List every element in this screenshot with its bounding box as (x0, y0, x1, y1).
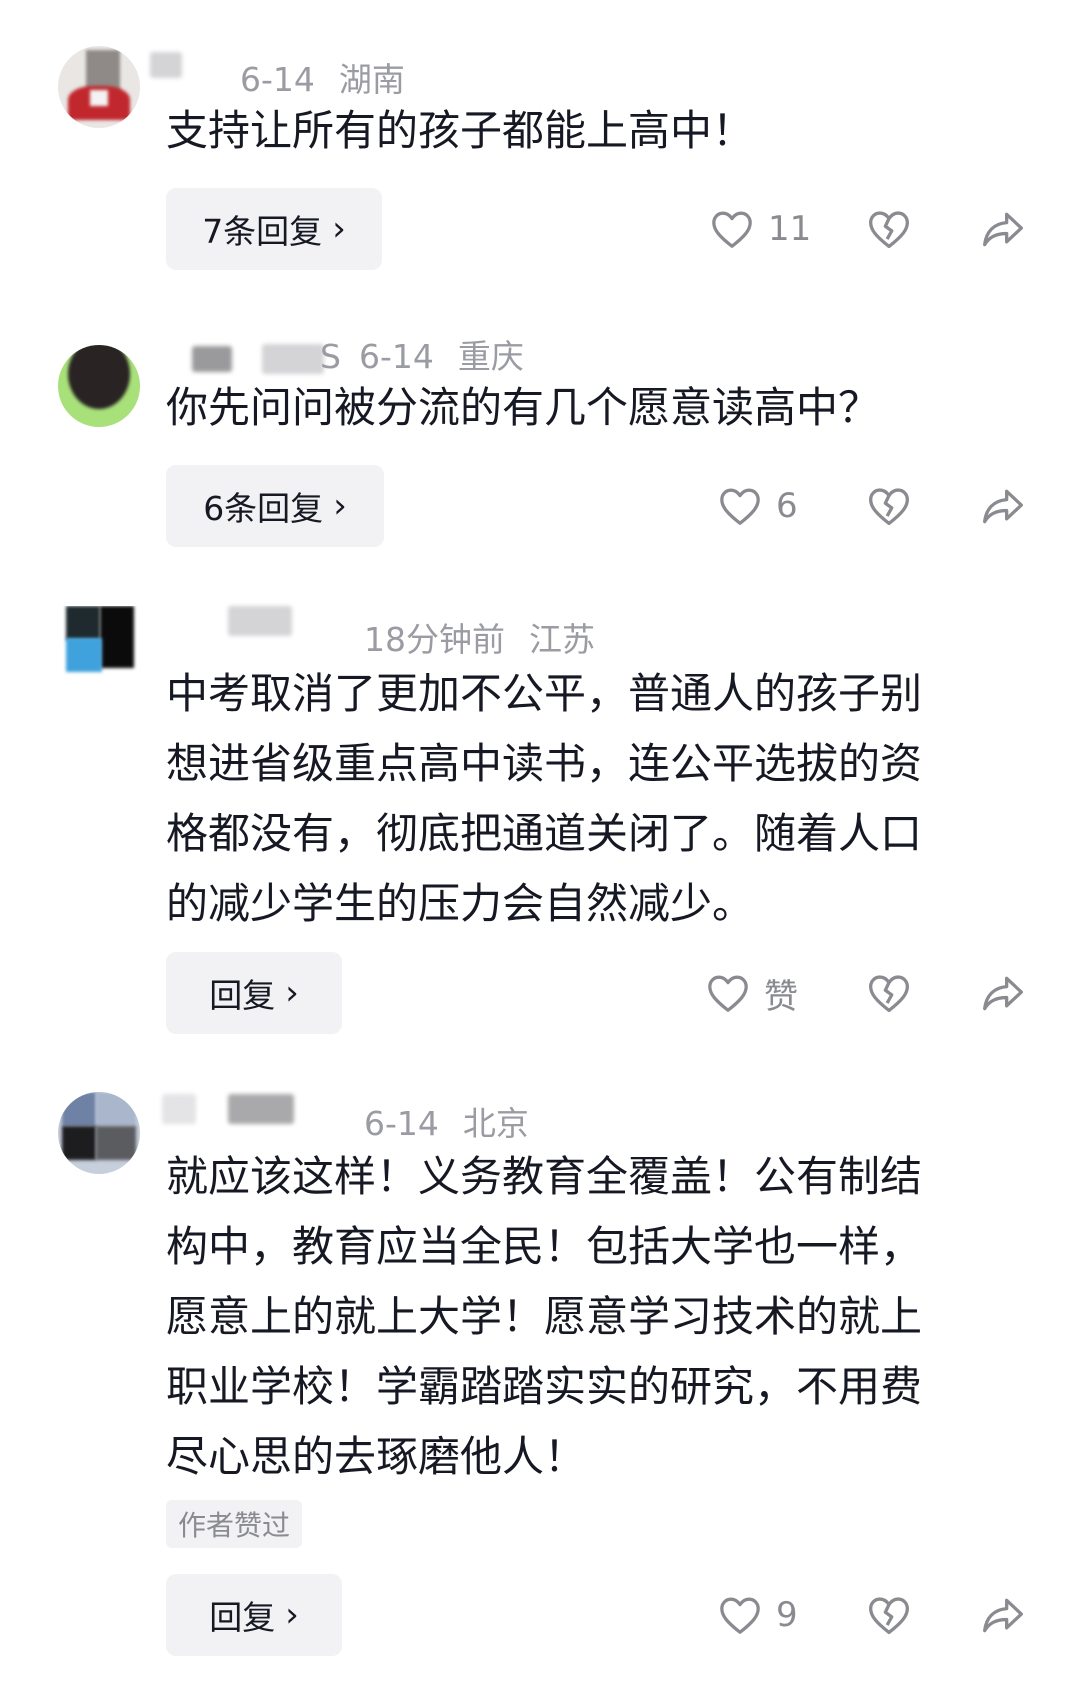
like-button[interactable]: 9 (718, 1585, 798, 1645)
broken-heart-icon (869, 1597, 909, 1635)
username-fragment: S (320, 337, 341, 376)
chevron-right-icon: › (332, 209, 346, 249)
username-blurred[interactable] (228, 606, 292, 636)
like-count: 11 (768, 209, 812, 249)
comment-text[interactable]: 就应该这样！义务教育全覆盖！公有制结 构中，教育应当全民！包括大学也一样， 愿意… (166, 1142, 1022, 1492)
dislike-button[interactable] (866, 206, 912, 252)
like-count: 赞 (764, 976, 798, 1017)
comment-location: 江苏 (529, 620, 595, 659)
comment-meta: 6-14 湖南 (240, 53, 405, 101)
view-replies-label: 6条回复 (203, 489, 324, 528)
heart-outline-icon (708, 975, 748, 1012)
view-replies-label: 7条回复 (202, 212, 323, 251)
share-arrow-icon (983, 976, 1023, 1011)
chevron-right-icon: › (285, 973, 299, 1013)
view-replies-button[interactable]: 7条回复 › (166, 188, 382, 270)
like-button[interactable]: 11 (710, 199, 811, 259)
broken-heart-icon (869, 211, 909, 249)
heart-outline-icon (720, 488, 760, 525)
share-arrow-icon (983, 489, 1023, 524)
comment-meta: 6-14 北京 (364, 1097, 529, 1145)
comment-line: 职业学校！学霸踏踏实实的研究，不用费 (166, 1362, 923, 1411)
comment-line: 想进省级重点高中读书，连公平选拔的资 (166, 739, 923, 788)
share-arrow-icon (983, 1598, 1023, 1633)
broken-heart-icon (869, 975, 909, 1013)
comment-line: 格都没有，彻底把通道关闭了。随着人口 (166, 809, 923, 858)
comment-date: 6-14 (240, 60, 315, 99)
comment-line: 你先问问被分流的有几个愿意读高中？ (166, 383, 881, 432)
share-arrow-icon (983, 212, 1023, 247)
reply-button[interactable]: 回复 › (166, 952, 342, 1034)
author-liked-tag: 作者赞过 (166, 1500, 303, 1548)
comment-line: 就应该这样！义务教育全覆盖！公有制结 (166, 1152, 923, 1201)
username-blurred[interactable] (228, 1094, 294, 1124)
avatar[interactable] (58, 606, 140, 688)
comment-date: 6-14 (364, 1104, 439, 1143)
share-button[interactable] (980, 970, 1026, 1016)
comment-line: 支持让所有的孩子都能上高中！ (166, 106, 755, 155)
reply-label: 回复 (209, 976, 276, 1015)
share-button[interactable] (980, 483, 1026, 529)
dislike-button[interactable] (866, 1592, 912, 1638)
share-button[interactable] (980, 206, 1026, 252)
like-button[interactable]: 赞 (706, 963, 798, 1023)
share-button[interactable] (980, 1592, 1026, 1638)
comment-line: 构中，教育应当全民！包括大学也一样， (166, 1222, 923, 1271)
broken-heart-icon (869, 488, 909, 526)
comment-line: 尽心思的去琢磨他人！ (166, 1432, 587, 1481)
comment-date: 18分钟前 (364, 620, 505, 659)
username-blurred[interactable] (262, 344, 324, 374)
comment-meta: 18分钟前 江苏 (364, 613, 595, 661)
comment-date: 6-14 (358, 337, 434, 376)
like-count: 6 (776, 486, 798, 526)
comment-line: 愿意上的就上大学！愿意学习技术的就上 (166, 1292, 923, 1341)
comment-location: 重庆 (457, 337, 524, 376)
username-blurred[interactable] (192, 346, 232, 372)
username-blurred[interactable] (162, 1094, 196, 1124)
avatar[interactable] (58, 46, 140, 128)
avatar[interactable] (58, 1092, 140, 1174)
comment-line: 中考取消了更加不公平，普通人的孩子别 (166, 669, 923, 718)
heart-outline-icon (720, 1597, 760, 1634)
comment-location: 湖南 (338, 60, 405, 99)
comment-text[interactable]: 中考取消了更加不公平，普通人的孩子别 想进省级重点高中读书，连公平选拔的资 格都… (166, 659, 1022, 939)
comment-line: 的减少学生的压力会自然减少。 (166, 879, 755, 928)
comment-text[interactable]: 你先问问被分流的有几个愿意读高中？ (166, 373, 1022, 443)
dislike-button[interactable] (866, 970, 912, 1016)
reply-label: 回复 (209, 1598, 276, 1637)
comment-meta: S 6-14 重庆 (320, 330, 524, 378)
username-blurred[interactable] (150, 52, 182, 78)
comment-location: 北京 (462, 1104, 529, 1143)
view-replies-button[interactable]: 6条回复 › (166, 465, 384, 547)
like-button[interactable]: 6 (718, 476, 798, 536)
dislike-button[interactable] (866, 483, 912, 529)
comment-text[interactable]: 支持让所有的孩子都能上高中！ (166, 96, 1022, 166)
chevron-right-icon: › (333, 486, 347, 526)
like-count: 9 (776, 1595, 798, 1635)
avatar[interactable] (58, 345, 140, 427)
chevron-right-icon: › (285, 1595, 299, 1635)
author-liked-label: 作者赞过 (178, 1509, 291, 1542)
heart-outline-icon (712, 211, 752, 248)
reply-button[interactable]: 回复 › (166, 1574, 342, 1656)
